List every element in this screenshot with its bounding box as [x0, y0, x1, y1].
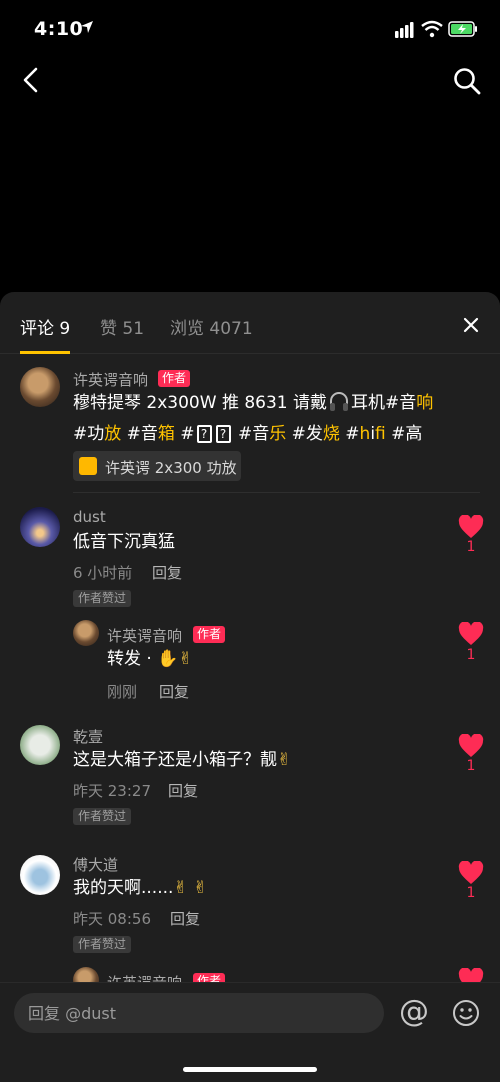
user-avatar[interactable]	[20, 725, 60, 765]
like-count: 1	[466, 758, 476, 774]
reply-button[interactable]: 回复	[152, 562, 182, 583]
reply-bar: @	[0, 982, 500, 1082]
comment-text: 这是大箱子还是小箱子？靓✌	[73, 745, 291, 776]
product-title: 许英谔 2x300 功放	[105, 459, 237, 477]
comment-text-body: 我的天啊......	[73, 878, 174, 898]
status-time: 4:10	[34, 18, 84, 40]
clap-emoji-icon: ✋	[157, 649, 179, 669]
like-count: 1	[466, 885, 476, 901]
thumbs-up-emoji-icon: ✌	[173, 878, 188, 898]
tab-likes[interactable]: 赞 51	[100, 314, 144, 339]
comment-time: 昨天 08:56	[73, 910, 151, 928]
location-arrow-icon	[81, 21, 93, 33]
tab-comments[interactable]: 评论 9	[20, 314, 70, 339]
post-text-line2h: #发	[286, 424, 323, 444]
comment-time: 6 小时前	[73, 564, 133, 582]
status-bar: 4:10	[0, 0, 500, 60]
author-liked-badge: 作者赞过	[73, 590, 132, 607]
tab-bar: 评论 9 赞 51 浏览 4071	[0, 292, 500, 354]
comment-text: 低音下沉真猛	[73, 532, 175, 552]
reply-button[interactable]: 回复	[159, 681, 189, 702]
post-text-line2g: 乐	[269, 424, 287, 444]
reply-user-name[interactable]: 许英谔音响	[107, 625, 182, 646]
comment-text-body: 这是大箱子还是小箱子？靓	[73, 750, 277, 770]
post-text-line2n: #高	[385, 424, 423, 444]
post-text: 穆特提琴 2x300W 推 8631 请戴 耳机#音响 #功放 #音箱 #?? #…	[73, 388, 433, 450]
heart-icon[interactable]	[458, 622, 484, 646]
tab-underline	[20, 351, 70, 354]
home-indicator	[183, 1067, 317, 1072]
comment-sheet: 评论 9 赞 51 浏览 4071 许英谔音响 作者 穆特提琴 2x300W 推…	[0, 292, 500, 1082]
heart-icon[interactable]	[458, 515, 484, 539]
headphones-icon	[330, 392, 349, 411]
battery-charging-icon	[448, 21, 477, 37]
post-text-line1c: 响	[416, 393, 434, 413]
mention-button[interactable]: @	[398, 995, 430, 1031]
post-text-line2d: 箱	[157, 424, 175, 444]
user-avatar[interactable]	[20, 855, 60, 895]
search-icon[interactable]	[452, 66, 482, 96]
post-text-line2a: #功	[73, 424, 105, 444]
thumbs-up-emoji-icon: ✌	[277, 750, 292, 770]
back-button[interactable]	[18, 66, 44, 94]
unknown-glyph-icon: ?	[196, 425, 212, 443]
post-text-line2i: 烧	[322, 424, 340, 444]
like-count: 1	[466, 647, 476, 663]
like-count: 1	[466, 539, 476, 555]
divider	[73, 492, 480, 493]
reply-time: 刚刚	[107, 683, 138, 701]
post-text-line2b: 放	[104, 424, 122, 444]
author-badge: 作者	[158, 370, 191, 387]
cart-icon	[79, 457, 97, 475]
reply-text-body: 转发 ·	[107, 649, 158, 669]
reply-text: 转发 · ✋✌	[107, 644, 193, 675]
post-text-line2e: #	[174, 424, 195, 444]
cellular-signal-icon	[395, 22, 414, 38]
post-text-line1a: 穆特提琴 2x300W 推 8631 请戴	[73, 393, 328, 413]
post-text-line2k: h	[359, 424, 371, 444]
close-icon[interactable]	[460, 314, 482, 336]
author-avatar[interactable]	[73, 620, 99, 646]
post-text-line2f: #音	[232, 424, 270, 444]
comment-user-name[interactable]: dust	[73, 508, 106, 526]
post-text-line2c: #音	[121, 424, 158, 444]
reply-button[interactable]: 回复	[170, 908, 200, 929]
thumbs-up-emoji-icon: ✌	[178, 649, 193, 669]
author-liked-badge: 作者赞过	[73, 808, 132, 825]
post-text-line2m: fi	[375, 424, 386, 444]
post-author-name[interactable]: 许英谔音响	[73, 369, 148, 390]
author-badge: 作者	[193, 626, 226, 643]
unknown-glyph-icon: ?	[215, 425, 231, 443]
author-avatar[interactable]	[20, 367, 60, 407]
comment-text: 我的天啊......✌ ✌	[73, 873, 207, 904]
wifi-icon	[421, 20, 443, 38]
emoji-icon[interactable]	[452, 999, 480, 1027]
post-text-line1b: 耳机#音	[351, 393, 417, 413]
user-avatar[interactable]	[20, 507, 60, 547]
post-text-line2j: #	[339, 424, 360, 444]
author-liked-badge: 作者赞过	[73, 936, 132, 953]
heart-icon[interactable]	[458, 861, 484, 885]
reply-input[interactable]	[14, 993, 384, 1033]
thumbs-up-emoji-icon: ✌	[193, 878, 208, 898]
comment-user-name[interactable]: 傅大道	[73, 854, 118, 875]
tab-views[interactable]: 浏览 4071	[170, 314, 253, 339]
comment-time: 昨天 23:27	[73, 782, 151, 800]
reply-button[interactable]: 回复	[168, 780, 198, 801]
heart-icon[interactable]	[458, 734, 484, 758]
product-link[interactable]: 许英谔 2x300 功放	[73, 451, 241, 481]
comment-user-name[interactable]: 乾壹	[73, 726, 103, 747]
